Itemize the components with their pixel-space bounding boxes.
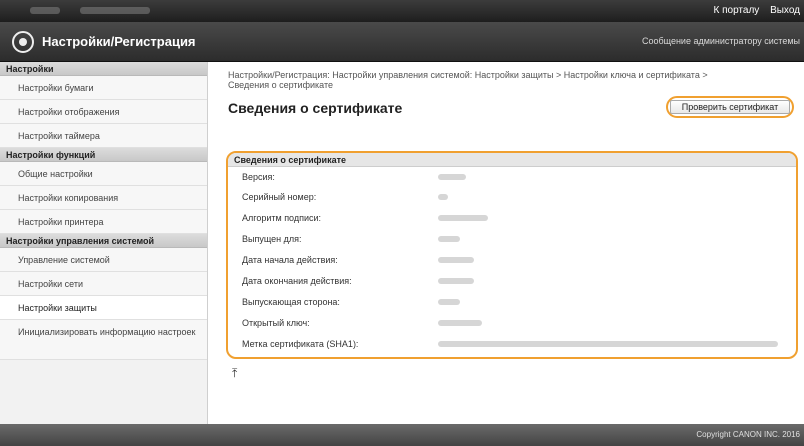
field-label: Серийный номер: [242, 192, 317, 202]
blurred-value [438, 299, 460, 305]
sidebar-item-network[interactable]: Настройки сети [0, 272, 207, 296]
header: Настройки/Регистрация Сообщение админист… [0, 22, 804, 62]
blurred-value [438, 341, 778, 347]
blurred-value [438, 215, 488, 221]
blurred-text [30, 7, 60, 14]
footer: Copyright CANON INC. 2016 [0, 424, 804, 446]
admin-message-link[interactable]: Сообщение администратору системы [642, 36, 800, 46]
field-label: Дата окончания действия: [242, 276, 352, 286]
sidebar: Настройки Настройки бумаги Настройки ото… [0, 62, 208, 424]
sidebar-section-settings: Настройки [0, 62, 207, 76]
sidebar-item-timer[interactable]: Настройки таймера [0, 124, 207, 148]
sidebar-item-security[interactable]: Настройки защиты [0, 296, 207, 320]
field-label: Выпущен для: [242, 234, 302, 244]
certificate-details-box: Сведения о сертификате Версия: Серийный … [226, 151, 798, 359]
blurred-value [438, 278, 474, 284]
portal-link[interactable]: К порталу [714, 5, 760, 16]
field-row: Дата начала действия: [228, 250, 796, 271]
scroll-to-top-icon[interactable]: ⤒ [232, 366, 237, 381]
field-label: Выпускающая сторона: [242, 297, 340, 307]
field-label: Метка сертификата (SHA1): [242, 339, 359, 349]
blurred-text [80, 7, 150, 14]
field-row: Алгоритм подписи: [228, 208, 796, 229]
sidebar-item-common[interactable]: Общие настройки [0, 162, 207, 186]
field-row: Метка сертификата (SHA1): [228, 334, 796, 355]
sidebar-item-initialize[interactable]: Инициализировать информацию настроек [0, 320, 207, 360]
blurred-value [438, 320, 482, 326]
copyright: Copyright CANON INC. 2016 [696, 430, 800, 439]
logout-link[interactable]: Выход [770, 5, 800, 16]
field-label: Алгоритм подписи: [242, 213, 322, 223]
sidebar-item-paper[interactable]: Настройки бумаги [0, 76, 207, 100]
field-label: Дата начала действия: [242, 255, 338, 265]
top-bar: К порталу Выход [0, 0, 804, 22]
sidebar-item-printer[interactable]: Настройки принтера [0, 210, 207, 234]
sidebar-item-system-management[interactable]: Управление системой [0, 248, 207, 272]
field-row: Версия: [228, 167, 796, 187]
field-row: Открытый ключ: [228, 313, 796, 334]
sidebar-item-copy[interactable]: Настройки копирования [0, 186, 207, 210]
blurred-value [438, 257, 474, 263]
app-title: Настройки/Регистрация [42, 34, 196, 49]
check-certificate-button[interactable]: Проверить сертификат [670, 100, 790, 114]
sidebar-section-functions: Настройки функций [0, 148, 207, 162]
sidebar-item-display[interactable]: Настройки отображения [0, 100, 207, 124]
settings-icon [12, 31, 34, 53]
field-row: Выпущен для: [228, 229, 796, 250]
field-label: Открытый ключ: [242, 318, 310, 328]
breadcrumb: Настройки/Регистрация: Настройки управле… [228, 70, 798, 90]
blurred-value [438, 194, 448, 200]
field-row: Выпускающая сторона: [228, 292, 796, 313]
field-label: Версия: [242, 172, 275, 182]
field-row: Дата окончания действия: [228, 271, 796, 292]
sidebar-section-system: Настройки управления системой [0, 234, 207, 248]
blurred-value [438, 174, 466, 180]
main-content: Настройки/Регистрация: Настройки управле… [208, 62, 804, 424]
check-certificate-highlight: Проверить сертификат [666, 96, 794, 118]
blurred-value [438, 236, 460, 242]
breadcrumb-path[interactable]: Настройки/Регистрация: Настройки управле… [228, 70, 798, 80]
page-title: Сведения о сертификате [228, 100, 403, 116]
field-row: Серийный номер: [228, 187, 796, 208]
certificate-box-title: Сведения о сертификате [228, 153, 796, 167]
breadcrumb-current: Сведения о сертификате [228, 80, 333, 90]
